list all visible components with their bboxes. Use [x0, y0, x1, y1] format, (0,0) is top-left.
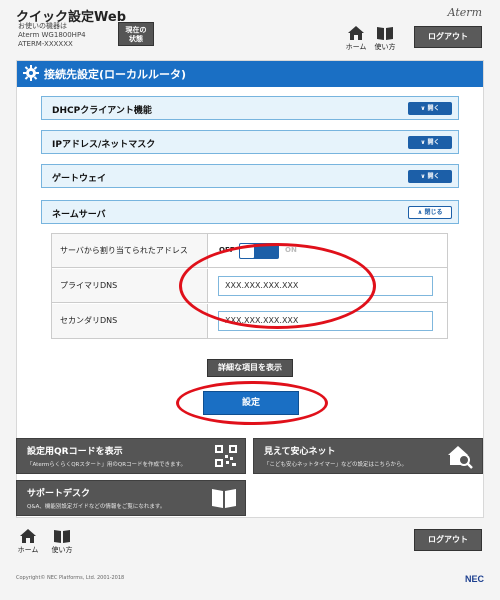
home-icon	[20, 529, 36, 543]
header: クイック設定Web お使いの機器は Aterm WG1800HP4 ATERM-…	[0, 0, 500, 56]
qr-code-icon	[215, 445, 237, 467]
section-label: IPアドレス/ネットマスク	[52, 140, 156, 150]
book-icon	[212, 489, 236, 508]
footer-help-label: 使い方	[51, 546, 73, 554]
nec-logo: NEC	[464, 574, 484, 584]
home-nav-label: ホーム	[345, 43, 367, 51]
panel-title: 接続先設定(ローカルルータ)	[44, 68, 187, 81]
section-ip-netmask[interactable]: IPアドレス/ネットマスク ∨ 開く	[41, 130, 459, 154]
card-desc: 「AtermらくらくQRスタート」用のQRコードを作成できます。	[27, 462, 186, 468]
section-name-server[interactable]: ネームサーバ ∧ 閉じる	[41, 200, 459, 224]
support-desk-card[interactable]: サポートデスク Q&A、機能別設定ガイドなどの情報をご覧になれます。	[16, 480, 246, 516]
current-status-label-1: 現在の	[125, 26, 147, 34]
safe-net-card[interactable]: 見えて安心ネット 「こども安心ネットタイマー」などの設定はこちらから。	[253, 438, 483, 474]
expand-button[interactable]: ∨ 開く	[408, 136, 452, 149]
card-title: 見えて安心ネット	[264, 447, 336, 457]
home-icon	[348, 26, 364, 40]
expand-button-label: 開く	[427, 105, 440, 112]
highlight-ellipse	[179, 243, 376, 329]
device-model: Aterm WG1800HP4	[18, 31, 86, 39]
device-info-line: お使いの機器は	[18, 22, 67, 30]
help-nav-label: 使い方	[374, 43, 396, 51]
secondary-dns-label: セカンダリDNS	[52, 304, 208, 338]
auto-assign-label: サーバから割り当てられたアドレス	[52, 234, 208, 267]
qr-code-card[interactable]: 設定用QRコードを表示 「AtermらくらくQRスタート」用のQRコードを作成で…	[16, 438, 246, 474]
expand-button-label: 開く	[427, 173, 440, 180]
card-desc: 「こども安心ネットタイマー」などの設定はこちらから。	[264, 462, 408, 468]
show-details-button[interactable]: 詳細な項目を表示	[207, 359, 293, 377]
card-title: 設定用QRコードを表示	[27, 447, 123, 457]
footer-logout-button[interactable]: ログアウト	[414, 529, 482, 551]
aterm-logo: Aterm	[447, 6, 482, 19]
device-id: ATERM-XXXXXX	[18, 40, 73, 48]
section-dhcp-client[interactable]: DHCPクライアント機能 ∨ 開く	[41, 96, 459, 120]
help-nav-button[interactable]: 使い方	[373, 26, 397, 52]
device-info: お使いの機器は Aterm WG1800HP4 ATERM-XXXXXX	[18, 22, 86, 49]
expand-button[interactable]: ∨ 開く	[408, 102, 452, 115]
highlight-ellipse	[176, 381, 328, 425]
panel-header: 接続先設定(ローカルルータ)	[17, 61, 483, 87]
footer-home-label: ホーム	[17, 546, 39, 554]
footer-help-button[interactable]: 使い方	[50, 529, 74, 555]
section-label: ゲートウェイ	[52, 174, 107, 184]
home-search-icon	[448, 446, 473, 469]
collapse-button-label: 閉じる	[424, 209, 443, 216]
home-nav-button[interactable]: ホーム	[344, 26, 368, 52]
section-gateway[interactable]: ゲートウェイ ∨ 開く	[41, 164, 459, 188]
book-icon	[54, 530, 70, 543]
expand-button-label: 開く	[427, 139, 440, 146]
current-status-label-2: 状態	[129, 35, 143, 43]
logout-button[interactable]: ログアウト	[414, 26, 482, 48]
section-label: DHCPクライアント機能	[52, 106, 152, 116]
gear-icon	[23, 65, 39, 81]
expand-button[interactable]: ∨ 開く	[408, 170, 452, 183]
current-status-button[interactable]: 現在の 状態	[118, 22, 154, 46]
card-desc: Q&A、機能別設定ガイドなどの情報をご覧になれます。	[27, 504, 166, 510]
copyright-text: Copyright© NEC Platforms, Ltd. 2001-2018	[16, 575, 125, 581]
section-label: ネームサーバ	[52, 210, 106, 220]
footer-home-button[interactable]: ホーム	[16, 529, 40, 555]
card-title: サポートデスク	[27, 489, 91, 499]
collapse-button[interactable]: ∧ 閉じる	[408, 206, 452, 219]
book-icon	[377, 27, 393, 40]
